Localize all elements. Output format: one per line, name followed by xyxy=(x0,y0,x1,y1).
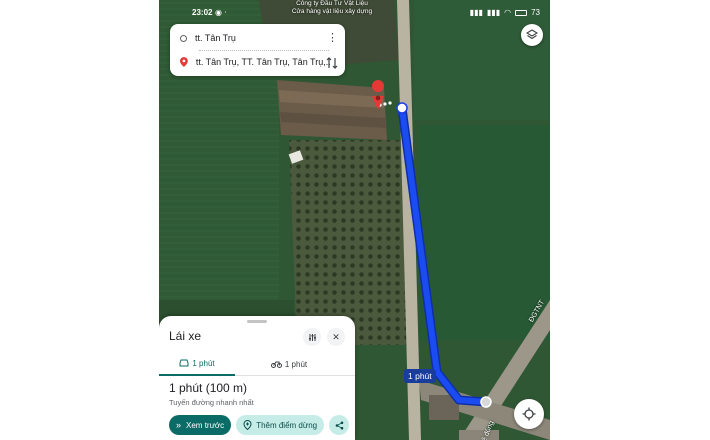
route-options-button[interactable] xyxy=(303,328,321,346)
notification-icon: ◉ ⋅ xyxy=(215,8,227,17)
status-time: 23:02 xyxy=(192,8,213,17)
origin-circle-icon xyxy=(180,34,187,42)
travel-mode-title: Lái xe xyxy=(169,329,202,343)
motorbike-icon xyxy=(270,361,282,368)
close-button[interactable]: ✕ xyxy=(327,328,345,346)
add-stop-icon xyxy=(243,420,252,430)
share-icon xyxy=(335,421,343,429)
close-icon: ✕ xyxy=(332,331,340,342)
tab-motorbike[interactable]: 1 phút xyxy=(259,352,319,376)
battery-percent: 73 xyxy=(531,8,540,17)
phone-screen: ĐGTNT ê đông Công ty Đầu Tư Vật Liệu Cửa… xyxy=(159,0,550,440)
directions-sheet: Lái xe ✕ 1 phút 1 phút 1 phút (100 m) Tu… xyxy=(159,316,355,440)
swap-icon[interactable] xyxy=(325,56,339,70)
car-icon xyxy=(179,359,189,367)
route-subtitle: Tuyến đường nhanh nhất xyxy=(169,398,254,407)
my-location-button[interactable] xyxy=(514,399,544,429)
share-button[interactable] xyxy=(329,415,350,435)
sliders-icon xyxy=(308,333,316,341)
layers-button[interactable] xyxy=(521,24,543,46)
travel-mode-tabs: 1 phút 1 phút xyxy=(159,352,355,376)
double-chevron-icon: » xyxy=(176,420,182,430)
divider xyxy=(199,50,329,51)
destination-text: tt. Tân Trụ, TT. Tân Trụ, Tân Trụ,... xyxy=(195,57,330,67)
origin-field[interactable]: tt. Tân Trụ xyxy=(180,30,330,46)
status-bar: 23:02 ◉ ⋅ ▮▮▮ ▮▮▮ ◠ 73 xyxy=(159,0,550,22)
drag-handle[interactable] xyxy=(247,320,267,323)
tab-driving-label: 1 phút xyxy=(192,358,215,368)
layers-icon xyxy=(526,29,538,40)
location-pin-icon xyxy=(180,57,188,67)
origin-text: tt. Tân Trụ xyxy=(195,33,236,43)
route-duration-label[interactable]: 1 phút xyxy=(404,369,436,383)
add-stop-label: Thêm điểm dừng xyxy=(256,420,318,430)
add-stop-button[interactable]: Thêm điểm dừng xyxy=(236,415,325,435)
route-card: tt. Tân Trụ tt. Tân Trụ, TT. Tân Trụ, Tâ… xyxy=(170,24,345,76)
more-options-icon[interactable]: ⋮ xyxy=(327,31,338,45)
route-duration: 1 phút (100 m) xyxy=(169,381,248,395)
crosshair-icon xyxy=(522,407,536,421)
wifi-icon: ◠ xyxy=(504,8,512,17)
destination-field[interactable]: tt. Tân Trụ, TT. Tân Trụ, Tân Trụ,... xyxy=(180,54,330,70)
preview-label: Xem trước xyxy=(186,420,225,430)
preview-button[interactable]: » Xem trước xyxy=(169,415,232,435)
signal-icon: ▮▮▮ xyxy=(469,8,483,17)
tab-motorbike-label: 1 phút xyxy=(284,359,308,369)
battery-icon xyxy=(515,9,528,16)
action-buttons: » Xem trước Thêm điểm dừng xyxy=(169,415,350,435)
tab-driving[interactable]: 1 phút xyxy=(159,352,235,376)
signal-icon: ▮▮▮ xyxy=(486,8,501,17)
